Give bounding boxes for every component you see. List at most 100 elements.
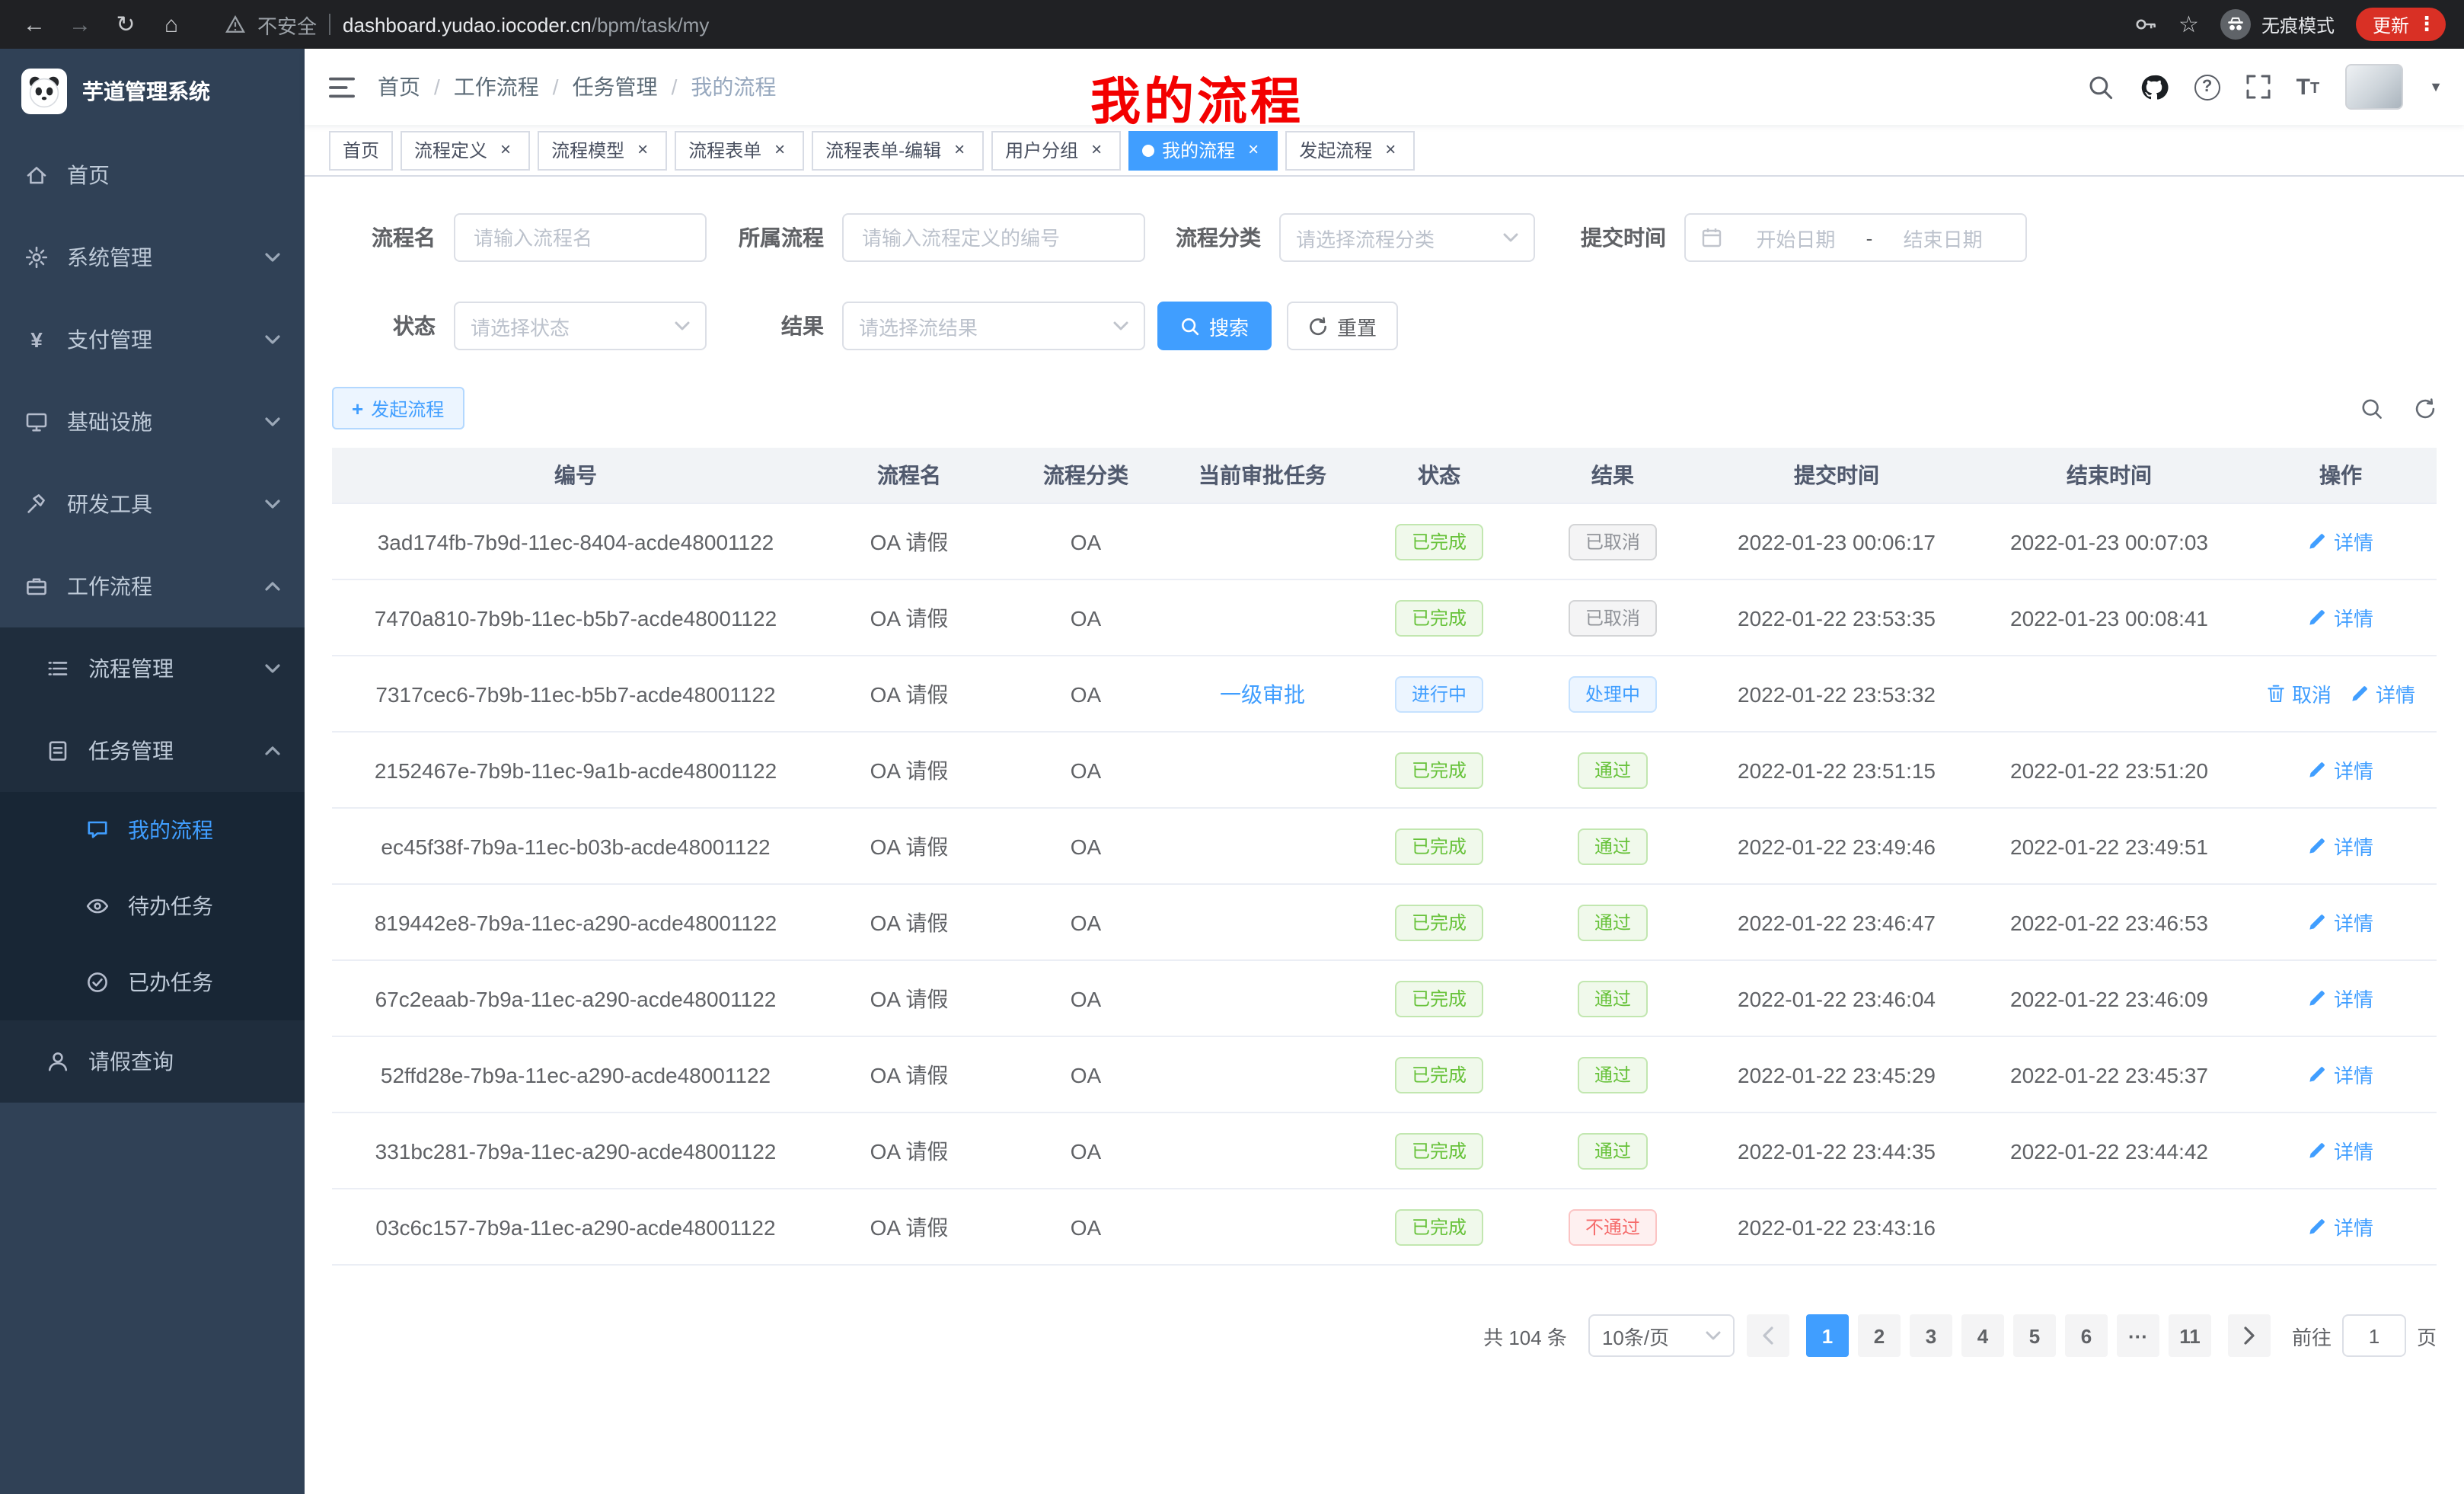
status-badge: 已完成 (1395, 980, 1483, 1017)
tab[interactable]: 流程表单-编辑× (812, 130, 984, 170)
sidebar-item-leave-query[interactable]: 请假查询 (0, 1020, 305, 1103)
cancel-button[interactable]: 取消 (2266, 679, 2332, 708)
pager-page[interactable]: 2 (1858, 1314, 1901, 1357)
sidebar-item-payment[interactable]: ¥ 支付管理 (0, 298, 305, 381)
create-process-button[interactable]: + 发起流程 (332, 387, 464, 429)
close-icon[interactable]: × (632, 139, 653, 161)
pager-page[interactable]: 1 (1806, 1314, 1849, 1357)
process-name-input[interactable] (454, 213, 707, 262)
page-jump-input[interactable] (2342, 1314, 2406, 1357)
breadcrumb-item[interactable]: 工作流程 (454, 72, 539, 102)
back-icon[interactable]: ← (18, 11, 50, 37)
reset-button[interactable]: 重置 (1287, 302, 1398, 350)
detail-button[interactable]: 详情 (2308, 908, 2373, 937)
detail-button[interactable]: 详情 (2308, 603, 2373, 632)
tab[interactable]: 流程定义× (401, 130, 530, 170)
pager-page[interactable]: 11 (2169, 1314, 2211, 1357)
breadcrumb-item[interactable]: 首页 (378, 72, 420, 102)
annotation-overlay: 我的流程 (1090, 61, 1304, 134)
pager-page[interactable]: 4 (1961, 1314, 2004, 1357)
action-label: 详情 (2334, 908, 2373, 937)
close-icon[interactable]: × (1380, 139, 1401, 161)
category-select[interactable]: 请选择流程分类 (1279, 213, 1535, 262)
search-toggle-icon[interactable] (2360, 397, 2383, 420)
table-row: 2152467e-7b9b-11ec-9a1b-acde48001122OA 请… (332, 731, 2437, 807)
tab[interactable]: 用户分组× (991, 130, 1121, 170)
prev-page-button[interactable] (1747, 1314, 1789, 1357)
table-row: 52ffd28e-7b9a-11ec-a290-acde48001122OA 请… (332, 1036, 2437, 1112)
status-select[interactable]: 请选择状态 (454, 302, 707, 350)
bookmark-star-icon[interactable]: ☆ (2178, 11, 2199, 38)
detail-button[interactable]: 详情 (2308, 755, 2373, 784)
sidebar-item-infrastructure[interactable]: 基础设施 (0, 381, 305, 463)
result-badge: 通过 (1578, 752, 1648, 788)
result-select[interactable]: 请选择流结果 (842, 302, 1145, 350)
search-icon[interactable] (2088, 74, 2114, 100)
page-size-select[interactable]: 10条/页 (1588, 1314, 1735, 1357)
sidebar-item-label: 首页 (67, 160, 110, 190)
refresh-icon[interactable] (2414, 397, 2437, 420)
help-icon[interactable]: ? (2194, 74, 2220, 100)
caret-down-icon[interactable]: ▼ (2429, 79, 2443, 94)
github-icon[interactable] (2140, 72, 2169, 101)
tab-label: 发起流程 (1299, 137, 1372, 163)
key-icon[interactable] (2133, 12, 2157, 37)
sidebar-item-my-process[interactable]: 我的流程 (0, 792, 305, 868)
approval-task-link[interactable]: 一级审批 (1220, 682, 1305, 706)
table-row: 331bc281-7b9a-11ec-a290-acde48001122OA 请… (332, 1112, 2437, 1188)
sidebar-item-done-tasks[interactable]: 已办任务 (0, 944, 305, 1020)
submit-time-range[interactable]: 开始日期 - 结束日期 (1684, 213, 2027, 262)
detail-button[interactable]: 详情 (2308, 527, 2373, 556)
breadcrumb-item[interactable]: 任务管理 (573, 72, 658, 102)
close-icon[interactable]: × (495, 139, 516, 161)
tab[interactable]: 发起流程 × (1285, 130, 1415, 170)
detail-button[interactable]: 详情 (2308, 1212, 2373, 1241)
browser-menu-icon[interactable]: ⋮ (2417, 12, 2437, 37)
forward-icon[interactable]: → (64, 11, 96, 37)
action-label: 详情 (2334, 832, 2373, 860)
hamburger-icon[interactable] (305, 49, 378, 125)
detail-button[interactable]: 详情 (2350, 679, 2415, 708)
reload-icon[interactable]: ↻ (110, 11, 142, 38)
tab[interactable]: 流程表单× (675, 130, 804, 170)
sidebar-item-process-management[interactable]: 流程管理 (0, 627, 305, 710)
pager-page[interactable]: 5 (2013, 1314, 2056, 1357)
process-name: OA 请假 (870, 910, 949, 934)
process-category: OA (1071, 758, 1101, 782)
sidebar-item-task-management[interactable]: 任务管理 (0, 710, 305, 792)
process-category: OA (1071, 605, 1101, 630)
detail-button[interactable]: 详情 (2308, 1136, 2373, 1165)
tab[interactable]: 我的流程× (1128, 130, 1278, 170)
chevron-up-icon (265, 582, 280, 591)
end-time: 2022-01-22 23:46:53 (2010, 910, 2208, 934)
pager-page[interactable]: 3 (1910, 1314, 1952, 1357)
tab[interactable]: 流程模型× (538, 130, 667, 170)
search-button[interactable]: 搜索 (1157, 302, 1272, 350)
font-size-icon[interactable]: TT (2296, 75, 2320, 98)
update-button[interactable]: 更新 ⋮ (2356, 8, 2446, 41)
sidebar-item-devtools[interactable]: 研发工具 (0, 463, 305, 545)
address-bar[interactable]: 不安全 dashboard.yudao.iocoder.cn/bpm/task/… (201, 10, 2119, 39)
close-icon[interactable]: × (1086, 139, 1107, 161)
result-badge: 通过 (1578, 828, 1648, 864)
detail-button[interactable]: 详情 (2308, 1060, 2373, 1089)
sidebar-item-home[interactable]: 首页 (0, 134, 305, 216)
fullscreen-icon[interactable] (2246, 75, 2271, 99)
next-page-button[interactable] (2228, 1314, 2271, 1357)
pager-more[interactable]: ··· (2117, 1314, 2159, 1357)
detail-button[interactable]: 详情 (2308, 832, 2373, 860)
table-row: 3ad174fb-7b9d-11ec-8404-acde48001122OA 请… (332, 503, 2437, 579)
home-icon[interactable]: ⌂ (155, 11, 187, 37)
sidebar-item-todo-tasks[interactable]: 待办任务 (0, 868, 305, 944)
sidebar-item-system[interactable]: 系统管理 (0, 216, 305, 298)
sidebar-item-workflow[interactable]: 工作流程 (0, 545, 305, 627)
pager-page[interactable]: 6 (2065, 1314, 2108, 1357)
close-icon[interactable]: × (769, 139, 790, 161)
tab[interactable]: 首页 (329, 130, 393, 170)
process-definition-input[interactable] (842, 213, 1145, 262)
detail-button[interactable]: 详情 (2308, 984, 2373, 1013)
app-logo[interactable]: 芋道管理系统 (0, 49, 305, 134)
close-icon[interactable]: × (949, 139, 970, 161)
close-icon[interactable]: × (1243, 139, 1264, 161)
avatar[interactable] (2345, 64, 2403, 110)
